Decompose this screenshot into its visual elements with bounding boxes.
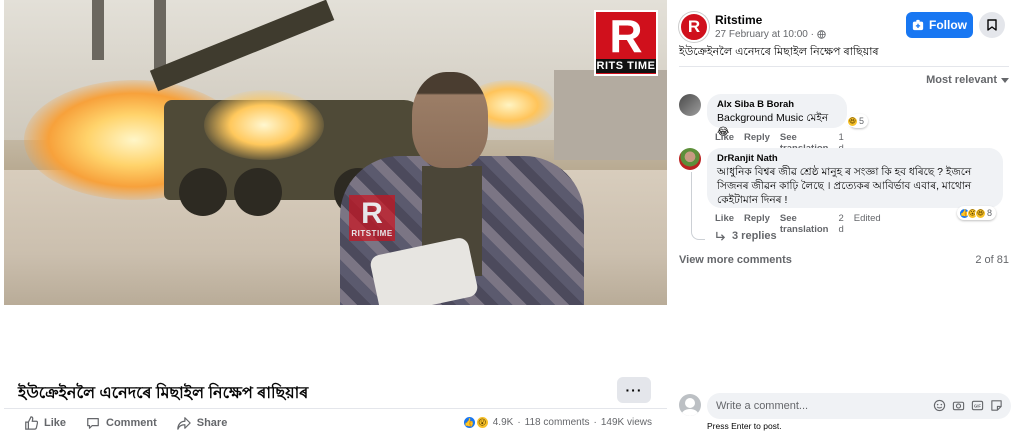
comment-author[interactable]: DrRanjit Nath [717,153,993,165]
comment-edited-label: Edited [853,213,881,224]
camera-icon[interactable] [952,399,965,412]
commenter-avatar[interactable] [679,148,701,170]
chimney [92,0,104,60]
svg-text:GIF: GIF [974,404,981,409]
watermark-text: RITS TIME [596,59,656,73]
views-count: 149K views [600,417,652,428]
comment-input-placeholder: Write a comment... [716,400,809,412]
comment-bubble: DrRanjit Nath আধুনিক বিশ্বৰ জীৱ শ্ৰেষ্ঠ … [707,148,1003,208]
comment-count: 2 of 81 [975,254,1009,266]
comment-sort-dropdown[interactable]: Most relevant [926,74,1009,86]
see-translation-link[interactable]: See translation [780,213,829,235]
ritstime-center-watermark: R RITSTIME [349,195,395,241]
comments-panel: R Ritstime 27 February at 10:00 · Follow… [667,0,1024,440]
like-button[interactable]: Like [24,416,66,430]
comments-count[interactable]: 118 comments [525,417,590,428]
globe-icon [817,30,826,39]
rocket-blast [204,90,324,160]
thumbs-up-icon [25,416,38,430]
more-options-button[interactable]: ··· [617,377,651,403]
watermark-letter: R [609,10,643,62]
post-date-text[interactable]: 27 February at 10:00 · [715,29,814,40]
view-replies-link[interactable]: 3 replies [715,230,777,242]
comment-reactions[interactable]: 😆 5 [847,114,869,128]
share-label: Share [196,417,228,429]
reply-thread-line [691,172,705,240]
save-button[interactable] [979,12,1005,38]
post-hint: Press Enter to post. [707,421,782,431]
comment-label: Comment [106,417,157,429]
sort-label: Most relevant [926,74,997,86]
reply-arrow-icon [716,231,726,241]
post-actions: Like Comment Share [24,416,227,430]
comment-icon [87,418,99,429]
user-avatar[interactable] [679,394,701,416]
share-icon [177,417,191,430]
chevron-down-icon [1001,77,1009,83]
post-title: ইউক্ৰেইনলৈ এনেদৰে মিছাইল নিক্ষেপ ৰাছিয়া… [18,385,309,402]
commenter-avatar[interactable] [679,94,701,116]
chimney [154,0,166,70]
comment-bubble: Alx Siba B Borah Background Music মেইন😂 [707,94,847,138]
wow-reaction-icon: 😮 [475,416,489,429]
watermark-text: RITSTIME [351,228,393,238]
comment-reaction-count: 5 [859,116,865,126]
divider [679,66,1009,67]
page-name[interactable]: Ritstime [715,13,762,27]
soldier-head [412,72,488,168]
sticker-icon[interactable] [990,399,1003,412]
comment-reactions[interactable]: 👍 😮 😆 8 [957,206,997,220]
truck-wheel [179,168,227,216]
gif-icon[interactable]: GIF [971,399,984,412]
page-avatar[interactable]: R [679,12,709,42]
bookmark-icon [987,19,997,31]
post-stats: 👍 😮 4.9K · 118 comments · 149K views [462,416,652,429]
emoji-icon[interactable] [933,399,946,412]
stat-separator: · [517,417,521,428]
watermark-letter: R [361,196,383,230]
reaction-count[interactable]: 4.9K [493,417,514,428]
haha-reaction-icon: 😆 [847,115,858,127]
follow-icon [912,19,924,31]
post-title-row: ইউক্ৰেইনলৈ এনেদৰে মিছাইল নিক্ষেপ ৰাছিয়া… [4,375,667,409]
haha-reaction-icon: 😆 [975,207,986,219]
truck-wheel [234,168,282,216]
soldier-figure [334,66,584,305]
comment-button[interactable]: Comment [86,416,157,430]
post-caption: ইউক্ৰেইনলৈ এনেদৰে মিছাইল নিক্ষেপ ৰাছিয়া… [679,46,879,58]
comment-text: আধুনিক বিশ্বৰ জীৱ শ্ৰেষ্ঠ মানুহ ৰ সংজ্ঞা… [717,166,972,206]
comment-reaction-count: 8 [987,208,993,218]
write-comment-area: Write a comment... GIF [679,393,1012,419]
follow-button[interactable]: Follow [906,12,973,38]
ritstime-watermark-logo: R RITS TIME [594,10,658,76]
stat-separator: · [593,417,597,428]
replies-label: 3 replies [732,230,777,242]
view-more-comments-link[interactable]: View more comments [679,254,792,266]
video-player[interactable]: R RITS TIME R RITSTIME [4,0,667,305]
comment-author[interactable]: Alx Siba B Borah [717,99,837,111]
post-date: 27 February at 10:00 · [715,29,826,40]
comment-time[interactable]: 2 d [838,213,843,235]
share-button[interactable]: Share [177,416,228,430]
like-reaction-icon: 👍 [462,416,476,429]
follow-label: Follow [929,18,967,32]
input-icons: GIF [933,399,1003,412]
like-label: Like [44,417,67,429]
comment-input[interactable]: Write a comment... GIF [707,393,1011,419]
